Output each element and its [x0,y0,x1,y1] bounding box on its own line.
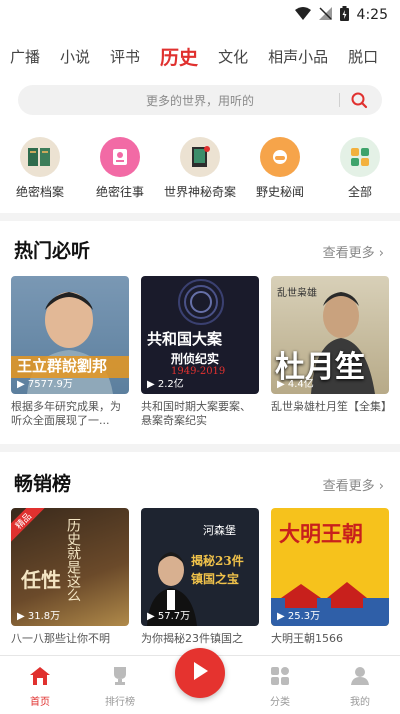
search-separator [339,93,340,107]
search-placeholder: 更多的世界，用听的 [145,93,254,108]
more-label: 查看更多 [322,479,375,494]
chevron-right-icon: › [378,246,384,261]
section-divider [0,213,400,221]
archive-icon [20,137,60,177]
play-count-value: 57.7万 [157,611,191,622]
nav-label: 首页 [30,697,50,708]
play-count: ▶ 57.7万 [147,611,191,622]
cover-title: 揭秘23件 [191,554,244,568]
category-label: 绝密往事 [95,185,144,199]
tab-novel[interactable]: 小说 [50,46,100,67]
home-icon [29,666,51,689]
play-count-value: 4.4亿 [287,379,314,390]
nav-category[interactable]: 分类 [240,656,320,714]
unofficial-history-icon [260,137,300,177]
chevron-right-icon: › [378,479,384,494]
play-count: ▶ 25.3万 [277,611,321,622]
category-label: 全部 [347,185,372,199]
search-icon[interactable] [350,91,368,113]
album-cover: 乱世枭雄 杜月笙 ▶ 4.4亿 [271,276,389,394]
battery-icon [339,5,349,25]
section-title-bestseller: 畅销榜 [14,473,72,495]
trophy-icon [109,666,131,689]
play-count-value: 31.8万 [27,611,61,622]
album-cover: 河森堡 揭秘23件 镇国之宝 ▶ 57.7万 [141,508,259,626]
play-button[interactable] [175,648,225,698]
play-count: ▶ 31.8万 [17,611,61,622]
nav-label: 我的 [350,697,370,708]
category-secret-archives[interactable]: 绝密档案 [0,137,80,200]
play-count: ▶ 7577.9万 [17,379,73,390]
category-label: 世界神秘奇案 [163,185,236,199]
category-unofficial-history[interactable]: 野史秘闻 [240,137,320,200]
play-count-value: 7577.9万 [27,379,73,390]
app-screen: 4:25 广播 小说 评书 历史 文化 相声小品 脱口 更多的世界，用听的 绝密… [0,0,400,714]
album-card[interactable]: 河森堡 揭秘23件 镇国之宝 ▶ 57.7万 为你揭秘23件镇国之 [141,508,259,660]
category-tabs: 广播 小说 评书 历史 文化 相声小品 脱口 [0,38,400,74]
album-description: 共和国时期大案要案、悬案奇案纪实 [141,400,251,427]
category-label: 绝密档案 [15,185,64,199]
album-card[interactable]: 大明王朝 ▶ 25.3万 大明王朝1566 [271,508,389,660]
cover-title: 大明王朝 [279,521,363,546]
hot-more-link[interactable]: 查看更多 › [323,242,384,261]
play-icon [190,660,210,686]
album-card[interactable]: 王立群說劉邦 ▶ 7577.9万 根据多年研究成果，为听众全面展现了一... [11,276,129,428]
play-count-value: 25.3万 [287,611,321,622]
album-cover: 共和国大案 刑侦纪实 1949-2019 ▶ 2.2亿 [141,276,259,394]
tab-talkshow[interactable]: 脱口 [338,46,388,67]
cover-subtitle: 刑侦纪实 [171,352,220,366]
nav-label: 分类 [270,697,290,708]
album-card[interactable]: 乱世枭雄 杜月笙 ▶ 4.4亿 乱世枭雄杜月笙【全集】 [271,276,389,428]
tab-culture[interactable]: 文化 [208,46,258,67]
cover-small-text: 乱世枭雄 [277,288,317,299]
cover-title: 共和国大案 [147,330,223,348]
cover-small-text: 河森堡 [203,524,236,537]
cover-subtitle: 镇国之宝 [191,572,240,586]
category-all[interactable]: 全部 [320,137,400,200]
category-secret-stories[interactable]: 绝密往事 [80,137,160,200]
no-signal-icon [318,6,332,24]
category-grid-icon [269,666,291,689]
all-grid-icon [340,137,380,177]
nav-home[interactable]: 首页 [0,656,80,714]
bestseller-more-link[interactable]: 查看更多 › [323,475,384,494]
tab-storytelling[interactable]: 评书 [100,46,150,67]
profile-icon [349,666,371,689]
play-count-value: 2.2亿 [157,379,184,390]
category-shortcuts: 绝密档案 绝密往事 世界神秘奇案 野史秘闻 全部 [0,137,400,200]
status-bar: 4:25 [0,0,400,30]
section-divider [0,444,400,452]
premium-tag: 精品 [11,508,46,544]
cover-title: 王立群說劉邦 [17,357,108,375]
album-card[interactable]: 精品 历史就是这么 任性 ▶ 31.8万 八一八那些让你不明 [11,508,129,660]
section-title-hot: 热门必听 [14,240,91,262]
nav-profile[interactable]: 我的 [320,656,400,714]
mystery-book-icon [180,137,220,177]
category-world-mysteries[interactable]: 世界神秘奇案 [160,137,240,200]
play-count: ▶ 2.2亿 [147,379,184,390]
status-time: 4:25 [356,7,388,23]
cover-title: 任性 [21,568,61,592]
category-label: 野史秘闻 [255,185,304,199]
play-count: ▶ 4.4亿 [277,379,314,390]
album-cover: 大明王朝 ▶ 25.3万 [271,508,389,626]
tab-broadcast[interactable]: 广播 [0,46,50,67]
search-bar[interactable]: 更多的世界，用听的 [18,85,382,115]
nav-label: 排行榜 [105,697,135,708]
cover-small-text: 历史就是这么 [65,518,81,602]
secret-story-icon [100,137,140,177]
album-cover: 精品 历史就是这么 任性 ▶ 31.8万 [11,508,129,626]
more-label: 查看更多 [322,246,375,261]
tab-history[interactable]: 历史 [150,43,208,74]
album-cover: 王立群說劉邦 ▶ 7577.9万 [11,276,129,394]
tab-crosstalk[interactable]: 相声小品 [258,46,338,67]
album-card[interactable]: 共和国大案 刑侦纪实 1949-2019 ▶ 2.2亿 共和国时期大案要案、悬案… [141,276,259,428]
album-description: 根据多年研究成果，为听众全面展现了一... [11,400,121,427]
nav-ranking[interactable]: 排行榜 [80,656,160,714]
album-description: 乱世枭雄杜月笙【全集】 [271,400,389,413]
wifi-icon [294,6,311,24]
